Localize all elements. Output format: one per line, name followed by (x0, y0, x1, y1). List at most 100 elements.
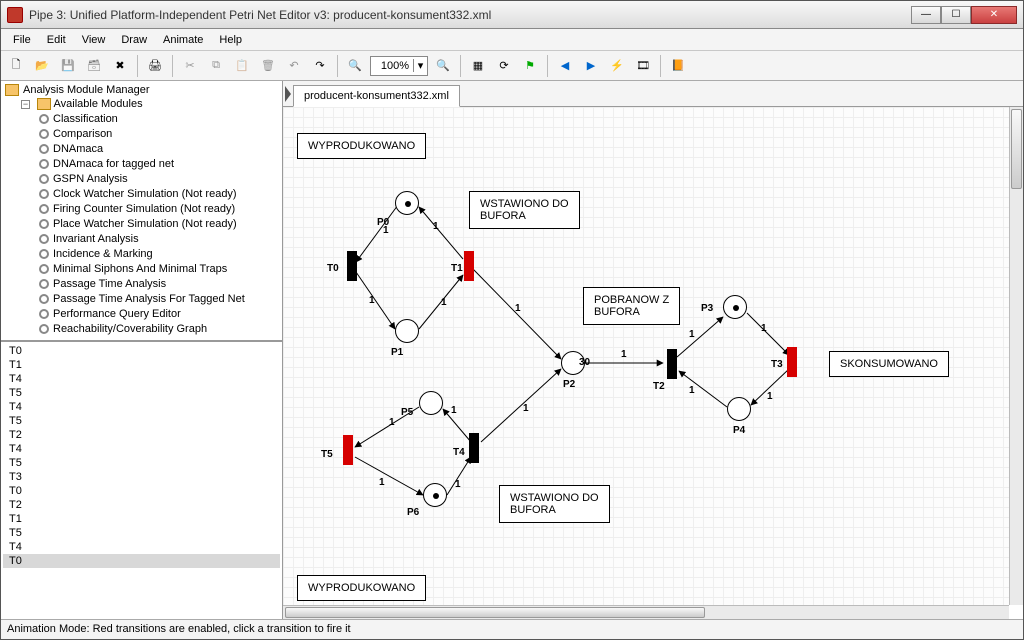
tree-item[interactable]: Incidence & Marking (3, 247, 280, 262)
zoomin-icon[interactable]: 🔍 (432, 55, 454, 77)
tree-item[interactable]: Passage Time Analysis For Tagged Net (3, 292, 280, 307)
history-row[interactable]: T0 (3, 484, 280, 498)
arc-weight: 1 (389, 417, 395, 428)
label-wstawiono-2[interactable]: WSTAWIONO DO BUFORA (499, 485, 610, 523)
tree-item[interactable]: Comparison (3, 127, 280, 142)
zoom-input[interactable] (371, 60, 413, 72)
history-row[interactable]: T2 (3, 498, 280, 512)
place-P3[interactable] (723, 295, 747, 319)
history-row[interactable]: T4 (3, 540, 280, 554)
tree-item[interactable]: Performance Query Editor (3, 307, 280, 322)
tab-document[interactable]: producent-konsument332.xml (293, 85, 460, 107)
place-P1[interactable] (395, 319, 419, 343)
history-row[interactable]: T4 (3, 400, 280, 414)
save-icon[interactable]: 💾 (57, 55, 79, 77)
tree-group[interactable]: − Available Modules (3, 97, 280, 112)
history-row[interactable]: T0 (3, 554, 280, 568)
tab-bar: producent-konsument332.xml (283, 81, 1023, 107)
place-P5[interactable] (419, 391, 443, 415)
copy-icon[interactable]: ⧉ (205, 55, 227, 77)
label-wyprodukowano-2[interactable]: WYPRODUKOWANO (297, 575, 426, 601)
history-row[interactable]: T2 (3, 428, 280, 442)
delete-icon[interactable]: 🗑 (257, 55, 279, 77)
paste-icon[interactable]: 📋 (231, 55, 253, 77)
tree-item[interactable]: Passage Time Analysis (3, 277, 280, 292)
horizontal-scrollbar[interactable] (283, 605, 1009, 619)
history-row[interactable]: T3 (3, 470, 280, 484)
menu-view[interactable]: View (74, 32, 114, 48)
label-pobranow[interactable]: POBRANOW Z BUFORA (583, 287, 680, 325)
close-button[interactable]: ✕ (971, 6, 1017, 24)
history-row[interactable]: T4 (3, 372, 280, 386)
open-icon[interactable]: 📂 (31, 55, 53, 77)
transition-T4[interactable] (469, 433, 479, 463)
history-row[interactable]: T1 (3, 512, 280, 526)
history-row[interactable]: T5 (3, 414, 280, 428)
tab-spur[interactable] (283, 82, 293, 106)
tree-item[interactable]: Place Watcher Simulation (Not ready) (3, 217, 280, 232)
prev-icon[interactable]: ◀ (554, 55, 576, 77)
scroll-thumb[interactable] (1011, 109, 1022, 189)
zoomout-icon[interactable]: 🔍 (344, 55, 366, 77)
history-row[interactable]: T4 (3, 442, 280, 456)
chevron-down-icon[interactable]: ▾ (413, 59, 427, 72)
expander-icon[interactable]: − (21, 100, 30, 109)
toolbar-separator (460, 55, 461, 77)
tree-item[interactable]: Reachability/Coverability Graph (3, 322, 280, 337)
flag-icon[interactable]: ⚑ (519, 55, 541, 77)
module-tree[interactable]: Analysis Module Manager − Available Modu… (1, 81, 282, 341)
transition-T5[interactable] (343, 435, 353, 465)
menu-animate[interactable]: Animate (155, 32, 211, 48)
history-row[interactable]: T5 (3, 386, 280, 400)
cycle-icon[interactable]: ⟳ (493, 55, 515, 77)
minimize-button[interactable]: — (911, 6, 941, 24)
history-row[interactable]: T5 (3, 526, 280, 540)
history-row[interactable]: T1 (3, 358, 280, 372)
label-skonsumowano[interactable]: SKONSUMOWANO (829, 351, 949, 377)
book-icon[interactable]: 📙 (667, 55, 689, 77)
menu-help[interactable]: Help (211, 32, 250, 48)
history-row[interactable]: T0 (3, 344, 280, 358)
transition-T2[interactable] (667, 349, 677, 379)
petri-net-canvas[interactable]: WYPRODUKOWANO WSTAWIONO DO BUFORA POBRAN… (283, 107, 1009, 605)
place-P0[interactable] (395, 191, 419, 215)
tree-item[interactable]: Clock Watcher Simulation (Not ready) (3, 187, 280, 202)
transition-T0[interactable] (347, 251, 357, 281)
transition-T3[interactable] (787, 347, 797, 377)
tree-item[interactable]: DNAmaca (3, 142, 280, 157)
tree-root-label: Analysis Module Manager (23, 84, 150, 96)
label-wyprodukowano-1[interactable]: WYPRODUKOWANO (297, 133, 426, 159)
transition-T1[interactable] (464, 251, 474, 281)
grid-icon[interactable]: ▦ (467, 55, 489, 77)
menu-draw[interactable]: Draw (113, 32, 155, 48)
close-doc-icon[interactable]: ✖ (109, 55, 131, 77)
scroll-thumb[interactable] (285, 607, 705, 618)
maximize-button[interactable]: ☐ (941, 6, 971, 24)
tree-item[interactable]: Invariant Analysis (3, 232, 280, 247)
gear-icon (39, 309, 49, 319)
undo-icon[interactable]: ↶ (283, 55, 305, 77)
new-icon[interactable]: 🗋 (5, 55, 27, 77)
tree-item[interactable]: GSPN Analysis (3, 172, 280, 187)
film-icon[interactable]: 🎞 (632, 55, 654, 77)
tree-item[interactable]: Firing Counter Simulation (Not ready) (3, 202, 280, 217)
next-icon[interactable]: ▶ (580, 55, 602, 77)
place-P4[interactable] (727, 397, 751, 421)
menu-file[interactable]: File (5, 32, 39, 48)
tree-item[interactable]: Minimal Siphons And Minimal Traps (3, 262, 280, 277)
menu-edit[interactable]: Edit (39, 32, 74, 48)
saveas-icon[interactable]: 🗃 (83, 55, 105, 77)
place-P6[interactable] (423, 483, 447, 507)
history-list[interactable]: T0T1T4T5T4T5T2T4T5T3T0T2T1T5T4T0 (1, 341, 282, 619)
redo-icon[interactable]: ↷ (309, 55, 331, 77)
cut-icon[interactable]: ✂ (179, 55, 201, 77)
tree-item[interactable]: DNAmaca for tagged net (3, 157, 280, 172)
lightning-icon[interactable]: ⚡ (606, 55, 628, 77)
zoom-selector[interactable]: ▾ (370, 56, 428, 76)
tree-root[interactable]: Analysis Module Manager (3, 83, 280, 97)
label-wstawiono-1[interactable]: WSTAWIONO DO BUFORA (469, 191, 580, 229)
tree-item[interactable]: Classification (3, 112, 280, 127)
history-row[interactable]: T5 (3, 456, 280, 470)
print-icon[interactable]: 🖨 (144, 55, 166, 77)
vertical-scrollbar[interactable] (1009, 107, 1023, 605)
